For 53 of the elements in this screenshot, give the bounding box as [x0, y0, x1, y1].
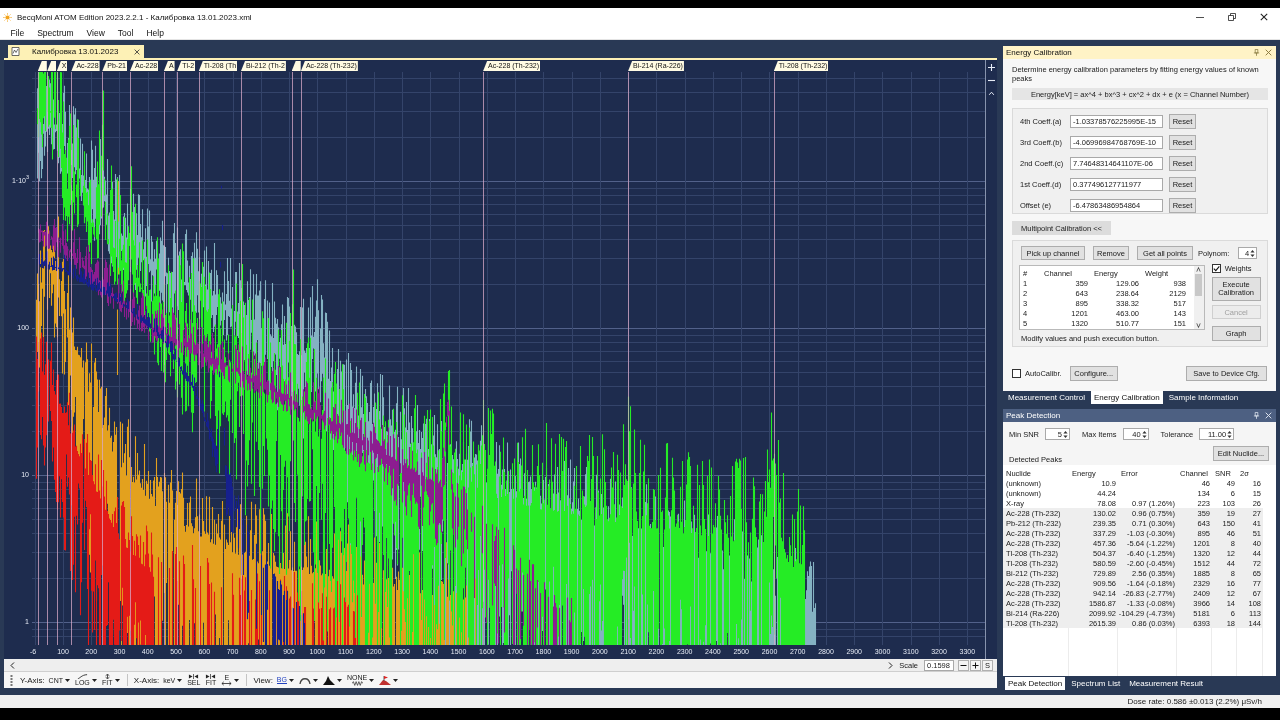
flag-icon [379, 675, 392, 685]
filled-peak-icon [323, 675, 335, 685]
panel-tab[interactable]: Sample Information [1165, 391, 1242, 404]
panel-tab[interactable]: Spectrum List [1068, 677, 1124, 690]
close-icon [134, 48, 141, 55]
spin-arrows-icon [1227, 429, 1233, 439]
panel-title: Peak Detection [1006, 411, 1062, 420]
pin-icon [1253, 412, 1260, 419]
toolbar-label: X-Axis: [133, 675, 160, 685]
toolbar-label: Y-Axis: [20, 675, 45, 685]
checkbox[interactable] [1211, 263, 1221, 273]
window-title: BecqMoni ATOM Edition 2023.2.2.1 - Калибровка 13.01.2023.xml [17, 12, 252, 22]
panel-title: Energy Calibration [1006, 48, 1073, 57]
zoom-in-button[interactable] [970, 659, 981, 671]
close-icon [1265, 49, 1272, 56]
checkmark-icon [1212, 264, 1220, 272]
panel-tab[interactable]: Measurement Result [1126, 677, 1206, 690]
toolbar-label: View: [253, 675, 273, 685]
curve-icon [76, 674, 88, 679]
inward-arrows-icon [188, 674, 200, 679]
scroll-left-button[interactable] [7, 660, 17, 670]
minus-icon [988, 77, 995, 84]
close-icon [1260, 13, 1268, 21]
sun-icon [3, 12, 12, 22]
inward-arrows-icon [205, 674, 217, 679]
restore-icon [1228, 13, 1236, 21]
wave-icon [351, 681, 363, 686]
zoom-in-button[interactable] [986, 62, 997, 73]
menu-item[interactable]: View [80, 27, 112, 38]
horizontal-arrows-icon [221, 681, 233, 686]
zoom-out-button[interactable] [958, 659, 969, 671]
peak-tag [291, 61, 301, 71]
checkbox[interactable] [1012, 369, 1021, 378]
spin-arrows-icon [1141, 429, 1147, 439]
plus-icon [988, 64, 995, 71]
dose-rate-text: Dose rate: 0.586 ±0.013 (2.2%) μSv/h [1127, 697, 1262, 706]
menu-item[interactable]: Tool [111, 27, 140, 38]
document-tab[interactable]: Калибровка 13.01.2023 [8, 45, 145, 58]
menu-item[interactable]: File [4, 27, 31, 38]
close-icon [1265, 412, 1272, 419]
menu-item[interactable]: Help [139, 27, 171, 38]
panel-tab[interactable]: Peak Detection [1005, 677, 1066, 690]
panel-tab[interactable]: Measurement Control [1005, 391, 1088, 404]
menu-item[interactable]: Spectrum [30, 27, 81, 38]
scrollbar[interactable] [1193, 266, 1204, 329]
panel-tab[interactable]: Energy Calibration [1090, 391, 1163, 404]
pin-icon [1253, 49, 1260, 56]
grip-icon [10, 674, 13, 686]
spin-arrows-icon [1063, 429, 1068, 439]
chart-document-icon [11, 47, 20, 56]
spin-arrows-icon [1250, 248, 1256, 258]
plus-icon [972, 661, 979, 669]
arc-icon [299, 675, 311, 685]
